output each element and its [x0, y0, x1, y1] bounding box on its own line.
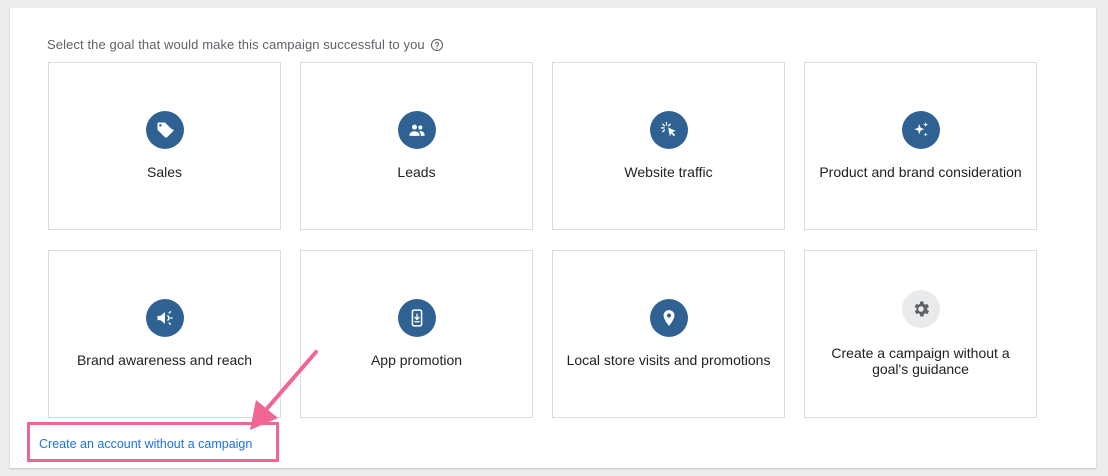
goal-card-no-goal-guidance[interactable]: Create a campaign without a goal's guida… — [804, 250, 1037, 418]
phone-download-icon — [397, 299, 436, 337]
goal-card-website-traffic[interactable]: Website traffic — [552, 62, 785, 230]
goal-label: Create a campaign without a goal's guida… — [831, 345, 1010, 377]
goal-card-leads[interactable]: Leads — [300, 62, 533, 230]
goal-label: App promotion — [370, 352, 463, 368]
megaphone-icon — [145, 299, 184, 337]
sparkle-icon — [901, 111, 940, 149]
cursor-click-icon — [649, 111, 688, 149]
goal-card-sales[interactable]: Sales — [48, 62, 281, 230]
goal-label: Product and brand consideration — [819, 164, 1022, 180]
goal-label: Sales — [146, 164, 183, 180]
goal-label: Leads — [397, 164, 436, 180]
stage: Select the goal that would make this cam… — [0, 0, 1108, 476]
goal-prompt: Select the goal that would make this cam… — [47, 37, 444, 52]
goal-card-app-promotion[interactable]: App promotion — [300, 250, 533, 418]
question-circle-icon[interactable] — [430, 38, 444, 52]
goal-label: Brand awareness and reach — [76, 352, 253, 368]
goal-card-brand-awareness-reach[interactable]: Brand awareness and reach — [48, 250, 281, 418]
goal-prompt-text: Select the goal that would make this cam… — [47, 37, 425, 52]
goal-card-product-brand-consideration[interactable]: Product and brand consideration — [804, 62, 1037, 230]
gear-icon — [901, 290, 940, 328]
create-account-without-campaign-link[interactable]: Create an account without a campaign — [39, 437, 252, 451]
tag-icon — [145, 111, 184, 149]
goal-card-local-store-visits[interactable]: Local store visits and promotions — [552, 250, 785, 418]
people-icon — [397, 111, 436, 149]
map-pin-icon — [649, 299, 688, 337]
goal-label: Website traffic — [624, 164, 713, 180]
goal-label: Local store visits and promotions — [566, 352, 771, 368]
